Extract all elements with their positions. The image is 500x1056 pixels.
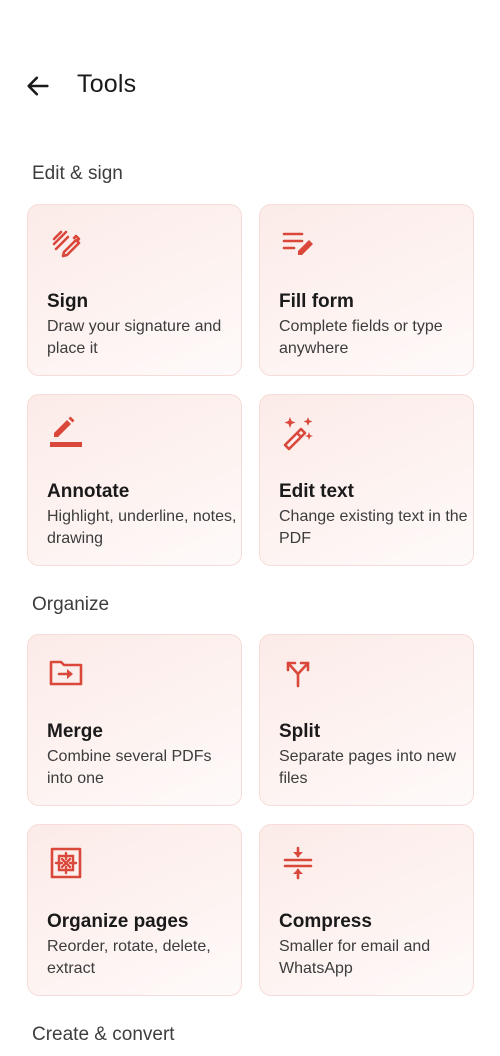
- tool-description: Change existing text in the PDF: [279, 508, 468, 547]
- arrow-left-icon: [27, 76, 49, 96]
- organize-pages-icon: [48, 845, 84, 881]
- tool-card-split[interactable]: Split Separate pages into new files: [259, 634, 474, 806]
- back-button[interactable]: [18, 66, 58, 106]
- tool-card-fill-form[interactable]: Fill form Complete fields or type anywhe…: [259, 204, 474, 376]
- tool-description: Reorder, rotate, delete, extract: [47, 938, 211, 977]
- tool-card-compress[interactable]: Compress Smaller for email and WhatsApp: [259, 824, 474, 996]
- tool-title: Compress: [279, 911, 372, 932]
- tool-card-sign[interactable]: Sign Draw your signature and place it: [27, 204, 242, 376]
- tool-description: Complete fields or type anywhere: [279, 318, 443, 357]
- page-title: Tools: [77, 70, 137, 98]
- signature-icon: [48, 225, 84, 261]
- tool-title: Organize pages: [47, 911, 189, 932]
- folder-arrow-icon: [48, 655, 84, 691]
- tool-card-merge[interactable]: Merge Combine several PDFs into one: [27, 634, 242, 806]
- pen-underline-icon: [48, 415, 84, 451]
- tool-title: Fill form: [279, 291, 354, 312]
- tool-description: Separate pages into new files: [279, 748, 457, 787]
- tool-description: Draw your signature and place it: [47, 318, 222, 357]
- section-title-edit-sign: Edit & sign: [32, 163, 123, 184]
- tool-description: Combine several PDFs into one: [47, 748, 212, 787]
- tool-card-annotate[interactable]: Annotate Highlight, underline, notes, dr…: [27, 394, 242, 566]
- tool-card-edit-text[interactable]: Edit text Change existing text in the PD…: [259, 394, 474, 566]
- tool-title: Sign: [47, 291, 89, 312]
- tool-title: Merge: [47, 721, 103, 742]
- section-title-create-convert: Create & convert: [32, 1024, 175, 1045]
- tool-card-organize-pages[interactable]: Organize pages Reorder, rotate, delete, …: [27, 824, 242, 996]
- tool-title: Edit text: [279, 481, 354, 502]
- magic-wand-icon: [280, 415, 316, 451]
- tool-description: Highlight, underline, notes, drawing: [47, 508, 237, 547]
- section-title-organize: Organize: [32, 594, 110, 615]
- tools-screen: Tools Edit & sign Sign Draw your signatu…: [0, 0, 500, 1056]
- tool-title: Split: [279, 721, 321, 742]
- form-edit-icon: [280, 225, 316, 261]
- compress-icon: [280, 845, 316, 881]
- tool-description: Smaller for email and WhatsApp: [279, 938, 431, 977]
- split-arrows-icon: [280, 655, 316, 691]
- app-bar: Tools: [0, 58, 500, 114]
- tool-title: Annotate: [47, 481, 130, 502]
